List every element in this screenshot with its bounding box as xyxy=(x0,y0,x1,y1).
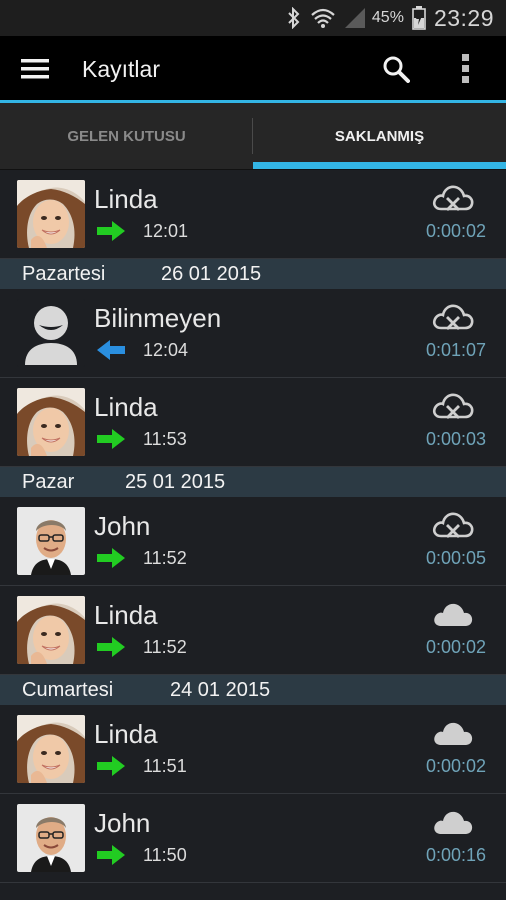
call-time: 11:50 xyxy=(143,845,187,865)
tab-saved-label: SAKLANMIŞ xyxy=(334,127,425,145)
contact-name: John xyxy=(94,808,151,838)
search-button[interactable] xyxy=(366,36,426,102)
day-name: Pazartesi xyxy=(22,262,106,285)
cloud-sync-off-icon[interactable] xyxy=(432,392,474,420)
date: 26 01 2015 xyxy=(161,262,262,285)
call-duration: 0:00:02 xyxy=(425,637,486,657)
tab-bar: GELEN KUTUSU SAKLANMIŞ xyxy=(0,103,506,170)
date-header: Cumartesi 24 01 2015 xyxy=(0,675,506,705)
cloud-sync-off-icon[interactable] xyxy=(432,511,474,539)
cloud-icon[interactable] xyxy=(432,600,474,628)
battery-percent: 45% xyxy=(371,9,404,26)
status-bar: 45% 23:29 xyxy=(0,0,506,36)
outgoing-call-arrow-icon xyxy=(97,429,125,449)
contact-name: Linda xyxy=(94,600,158,630)
list-item[interactable]: John 11:50 0:00:16 xyxy=(0,794,506,883)
tab-inbox[interactable]: GELEN KUTUSU xyxy=(0,103,253,169)
avatar xyxy=(17,596,85,664)
avatar xyxy=(17,180,85,248)
outgoing-call-arrow-icon xyxy=(97,845,125,865)
call-duration: 0:00:03 xyxy=(425,429,486,449)
menu-icon xyxy=(21,59,49,79)
avatar-unknown xyxy=(17,299,85,367)
outgoing-call-arrow-icon xyxy=(97,637,125,657)
call-duration: 0:00:16 xyxy=(425,845,486,865)
recordings-list: Linda 12:01 0:00:02 Pazartesi 26 01 2015… xyxy=(0,170,506,883)
day-name: Cumartesi xyxy=(22,678,114,701)
contact-name: Linda xyxy=(94,719,158,749)
outgoing-call-arrow-icon xyxy=(97,756,125,776)
list-item[interactable]: Linda 12:01 0:00:02 xyxy=(0,170,506,259)
call-time: 12:01 xyxy=(143,221,189,241)
avatar xyxy=(17,804,85,872)
date: 24 01 2015 xyxy=(170,678,271,701)
avatar xyxy=(17,388,85,456)
contact-name: John xyxy=(94,511,151,541)
battery-charging-icon xyxy=(412,6,426,30)
cloud-icon[interactable] xyxy=(432,808,474,836)
list-item[interactable]: Linda 11:52 0:00:02 xyxy=(0,586,506,675)
tab-selected-indicator xyxy=(253,162,506,169)
call-time: 11:52 xyxy=(143,548,187,568)
cloud-icon[interactable] xyxy=(432,719,474,747)
call-time: 11:53 xyxy=(143,429,187,449)
search-icon xyxy=(383,56,410,83)
tab-divider xyxy=(252,118,253,154)
avatar xyxy=(17,507,85,575)
contact-name: Linda xyxy=(94,184,158,214)
tab-inbox-label: GELEN KUTUSU xyxy=(67,127,186,145)
list-item[interactable]: Linda 11:53 0:00:03 xyxy=(0,378,506,467)
menu-button[interactable] xyxy=(0,36,70,102)
signal-icon xyxy=(344,7,366,29)
overflow-menu-button[interactable] xyxy=(446,36,486,102)
tab-saved[interactable]: SAKLANMIŞ xyxy=(253,103,506,169)
list-item[interactable]: Linda 11:51 0:00:02 xyxy=(0,705,506,794)
list-item[interactable]: John 11:52 0:00:05 xyxy=(0,497,506,586)
outgoing-call-arrow-icon xyxy=(97,221,125,241)
outgoing-call-arrow-icon xyxy=(97,548,125,568)
list-item[interactable]: Bilinmeyen 12:04 0:01:07 xyxy=(0,289,506,378)
call-duration: 0:00:02 xyxy=(425,221,486,241)
call-time: 11:51 xyxy=(143,756,187,776)
clock: 23:29 xyxy=(433,4,494,31)
day-name: Pazar xyxy=(22,470,75,493)
date-header: Pazartesi 26 01 2015 xyxy=(0,259,506,289)
contact-name: Bilinmeyen xyxy=(94,303,222,333)
avatar xyxy=(17,715,85,783)
overflow-menu-icon xyxy=(462,54,469,83)
call-duration: 0:00:05 xyxy=(425,548,486,568)
action-bar: Kayıtlar xyxy=(0,36,506,102)
date: 25 01 2015 xyxy=(125,470,226,493)
bluetooth-icon xyxy=(286,7,302,29)
call-time: 12:04 xyxy=(143,340,189,360)
cloud-sync-off-icon[interactable] xyxy=(432,184,474,212)
date-header: Pazar 25 01 2015 xyxy=(0,467,506,497)
call-time: 11:52 xyxy=(143,637,187,657)
incoming-call-arrow-icon xyxy=(97,340,125,360)
contact-name: Linda xyxy=(94,392,158,422)
call-duration: 0:00:02 xyxy=(425,756,486,776)
cloud-sync-off-icon[interactable] xyxy=(432,303,474,331)
call-duration: 0:01:07 xyxy=(425,340,486,360)
page-title: Kayıtlar xyxy=(82,55,160,82)
wifi-icon xyxy=(310,7,336,29)
